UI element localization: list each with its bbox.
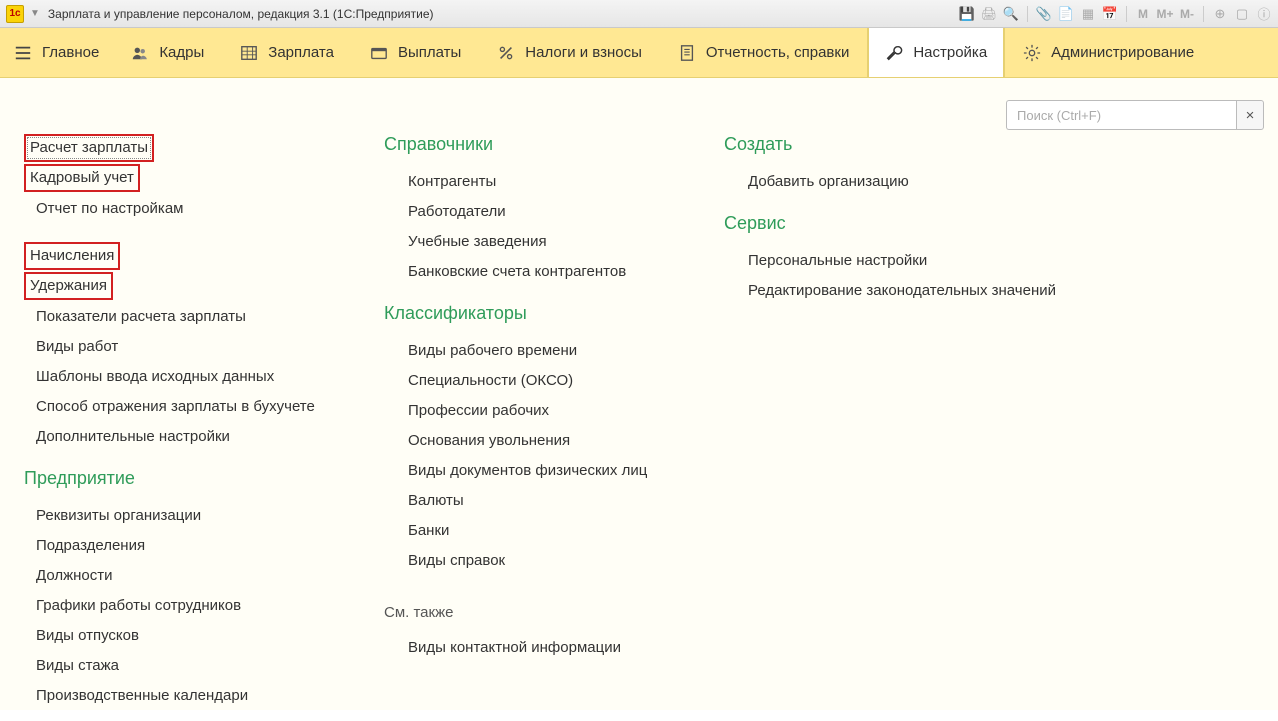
- section-predpriyatie: Предприятие: [24, 468, 344, 489]
- calc-icon[interactable]: ▦: [1080, 6, 1096, 22]
- nav-nalogi[interactable]: Налоги и взносы: [479, 28, 660, 77]
- link-rekvizity-org[interactable]: Реквизиты организации: [24, 501, 201, 531]
- link-pokazateli[interactable]: Показатели расчета зарплаты: [24, 302, 246, 332]
- link-sposob-otrazheniya[interactable]: Способ отражения зарплаты в бухучете: [24, 392, 315, 422]
- separator: [1126, 6, 1127, 22]
- nav-label: Зарплата: [268, 44, 334, 61]
- link-grafiki[interactable]: Графики работы сотрудников: [24, 591, 241, 621]
- section-sozdat: Создать: [724, 134, 1084, 155]
- table-icon: [240, 44, 258, 62]
- link-rabotodateli[interactable]: Работодатели: [384, 197, 506, 227]
- link-dolzhnosti[interactable]: Должности: [24, 561, 113, 591]
- link-vidy-rabot[interactable]: Виды работ: [24, 332, 118, 362]
- copy-icon[interactable]: 📄: [1058, 6, 1074, 22]
- link-raschet-zarplaty[interactable]: Расчет зарплаты: [24, 134, 154, 162]
- gear-icon: [1023, 44, 1041, 62]
- save-icon[interactable]: 💾: [959, 6, 975, 22]
- titlebar-toolbar: 💾 🖨 🔍 📎 📄 ▦ 📅 M M+ M- ⊕ ▢ ⓘ: [959, 4, 1272, 23]
- window-titlebar: 1c ▼ Зарплата и управление персоналом, р…: [0, 0, 1278, 28]
- calendar-icon[interactable]: 📅: [1102, 6, 1118, 22]
- column-right: Создать Добавить организацию Сервис Перс…: [724, 134, 1084, 711]
- link-vidy-otpuskov[interactable]: Виды отпусков: [24, 621, 139, 651]
- link-personal-nastroyki[interactable]: Персональные настройки: [724, 246, 927, 276]
- separator: [1027, 6, 1028, 22]
- search-clear-button[interactable]: ×: [1236, 100, 1264, 130]
- memory-m-icon[interactable]: M: [1135, 7, 1151, 21]
- nav-label: Налоги и взносы: [525, 44, 642, 61]
- wallet-icon: [370, 44, 388, 62]
- link-vidy-dok-fizlic[interactable]: Виды документов физических лиц: [384, 456, 647, 486]
- nav-label: Настройка: [913, 44, 987, 61]
- link-valyuty[interactable]: Валюты: [384, 486, 464, 516]
- nav-vyplaty[interactable]: Выплаты: [352, 28, 479, 77]
- column-left: Расчет зарплаты Кадровый учет Отчет по н…: [24, 134, 344, 711]
- see-also-label: См. также: [384, 604, 684, 621]
- nav-nastroyka[interactable]: Настройка: [867, 28, 1005, 77]
- link-kontragenty[interactable]: Контрагенты: [384, 167, 496, 197]
- nav-otchetnost[interactable]: Отчетность, справки: [660, 28, 867, 77]
- content-area: × Расчет зарплаты Кадровый учет Отчет по…: [0, 78, 1278, 710]
- nav-zarplata[interactable]: Зарплата: [222, 28, 352, 77]
- link-ucheb-zavedeniya[interactable]: Учебные заведения: [384, 227, 547, 257]
- preview-icon[interactable]: 🔍: [1003, 6, 1019, 22]
- link-shablony[interactable]: Шаблоны ввода исходных данных: [24, 362, 274, 392]
- zoom-in-icon[interactable]: ⊕: [1212, 6, 1228, 22]
- link-banki[interactable]: Банки: [384, 516, 449, 546]
- nav-label: Главное: [42, 44, 99, 61]
- link-nachisleniya[interactable]: Начисления: [24, 242, 120, 270]
- attach-icon[interactable]: 📎: [1036, 6, 1052, 22]
- column-middle: Справочники Контрагенты Работодатели Уче…: [384, 134, 684, 711]
- link-vidy-rab-vremeni[interactable]: Виды рабочего времени: [384, 336, 577, 366]
- hamburger-icon: [14, 44, 32, 62]
- nav-kadry[interactable]: Кадры: [113, 28, 222, 77]
- nav-label: Отчетность, справки: [706, 44, 849, 61]
- percent-icon: [497, 44, 515, 62]
- search-input[interactable]: [1006, 100, 1236, 130]
- window-title: Зарплата и управление персоналом, редакц…: [48, 7, 959, 21]
- link-vidy-stazha[interactable]: Виды стажа: [24, 651, 119, 681]
- print-icon[interactable]: 🖨: [981, 6, 997, 22]
- link-redakt-zakon[interactable]: Редактирование законодательных значений: [724, 276, 1056, 306]
- people-icon: [131, 44, 149, 62]
- link-kadrovy-uchet[interactable]: Кадровый учет: [24, 164, 140, 192]
- section-servis: Сервис: [724, 213, 1084, 234]
- nav-label: Выплаты: [398, 44, 461, 61]
- nav-label: Администрирование: [1051, 44, 1194, 61]
- link-specialnosti[interactable]: Специальности (ОКСО): [384, 366, 573, 396]
- link-proizv-kalendari[interactable]: Производственные календари: [24, 681, 248, 711]
- app-logo-1c-icon: 1c: [6, 5, 24, 23]
- main-navigation: Главное Кадры Зарплата Выплаты Налоги и …: [0, 28, 1278, 78]
- link-dop-nastroyki[interactable]: Дополнительные настройки: [24, 422, 230, 452]
- link-podrazdeleniya[interactable]: Подразделения: [24, 531, 145, 561]
- link-uderzhaniya[interactable]: Удержания: [24, 272, 113, 300]
- help-icon[interactable]: ⓘ: [1256, 4, 1272, 23]
- link-professii[interactable]: Профессии рабочих: [384, 396, 549, 426]
- link-otchet-po-nastroykam[interactable]: Отчет по настройкам: [24, 194, 183, 224]
- link-bank-scheta[interactable]: Банковские счета контрагентов: [384, 257, 626, 287]
- search-box: ×: [1006, 100, 1264, 130]
- separator: [1203, 6, 1204, 22]
- link-vidy-spravok[interactable]: Виды справок: [384, 546, 505, 576]
- menu-button[interactable]: Главное: [0, 28, 113, 77]
- dropdown-icon[interactable]: ▼: [30, 8, 40, 19]
- wrench-icon: [885, 44, 903, 62]
- memory-mminus-icon[interactable]: M-: [1179, 7, 1195, 21]
- memory-mplus-icon[interactable]: M+: [1157, 7, 1173, 21]
- nav-label: Кадры: [159, 44, 204, 61]
- link-vidy-kontakt-info[interactable]: Виды контактной информации: [384, 633, 621, 663]
- link-dobavit-org[interactable]: Добавить организацию: [724, 167, 909, 197]
- report-icon: [678, 44, 696, 62]
- section-spravochniki: Справочники: [384, 134, 684, 155]
- section-klassifikatory: Классификаторы: [384, 303, 684, 324]
- panel-icon[interactable]: ▢: [1234, 6, 1250, 22]
- nav-admin[interactable]: Администрирование: [1005, 28, 1212, 77]
- link-osnovaniya-uvoln[interactable]: Основания увольнения: [384, 426, 570, 456]
